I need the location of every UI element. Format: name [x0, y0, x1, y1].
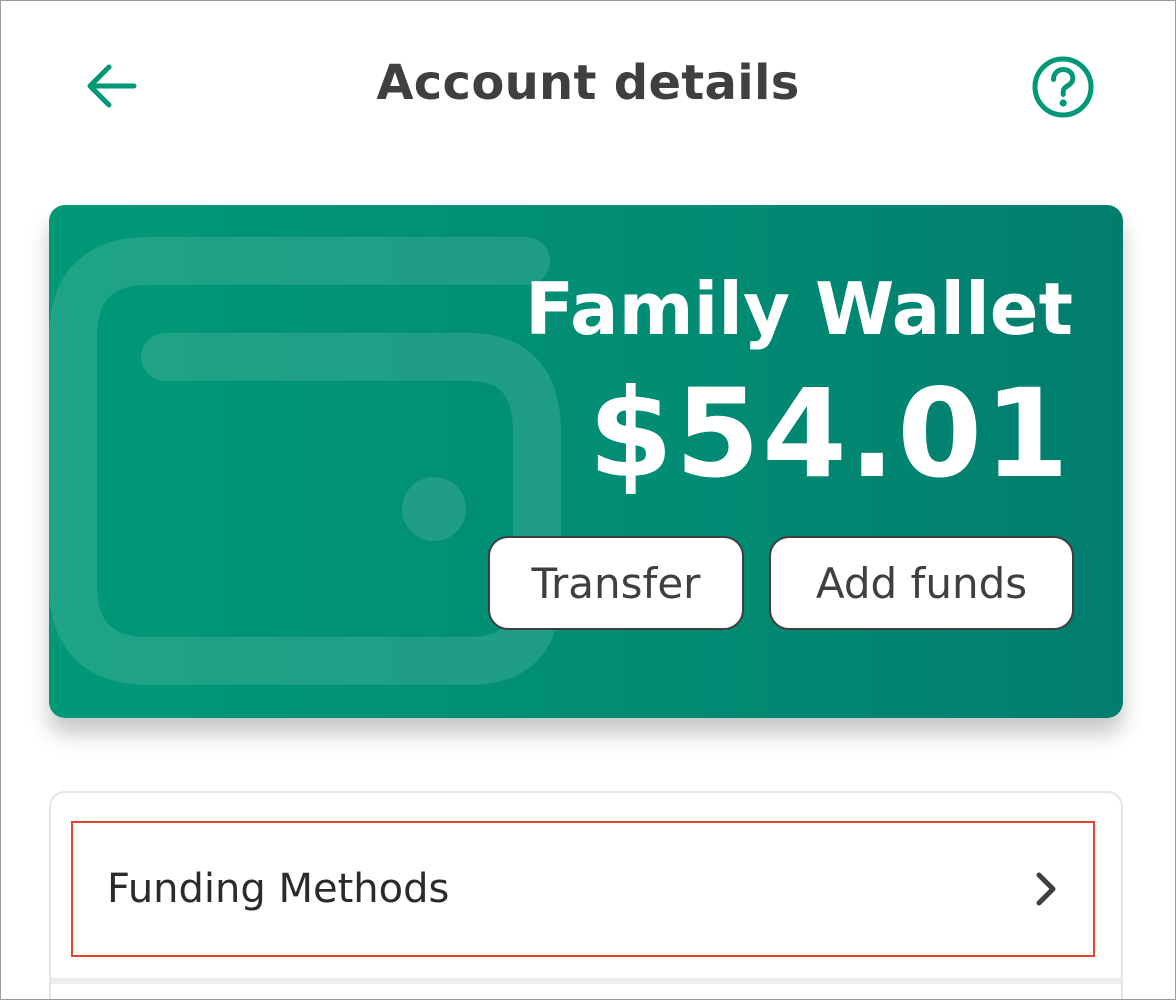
help-button[interactable]: [1027, 53, 1099, 121]
list-item-funding-methods[interactable]: Funding Methods: [71, 821, 1095, 957]
page-title: Account details: [376, 55, 800, 111]
settings-list: Funding Methods: [49, 791, 1123, 999]
app-screen: Account details Family Wallet $54.01 Tra…: [0, 0, 1176, 1000]
chevron-right-icon: [1029, 869, 1063, 909]
wallet-card: Family Wallet $54.01 Transfer Add funds: [49, 205, 1123, 718]
transfer-button[interactable]: Transfer: [488, 536, 744, 630]
list-divider: [51, 978, 1121, 984]
app-header: Account details: [1, 1, 1175, 171]
list-item-label: Funding Methods: [107, 866, 450, 912]
wallet-name: Family Wallet: [525, 267, 1073, 351]
add-funds-button[interactable]: Add funds: [769, 536, 1074, 630]
question-circle-icon: [1032, 56, 1094, 118]
wallet-balance: $54.01: [588, 363, 1071, 505]
